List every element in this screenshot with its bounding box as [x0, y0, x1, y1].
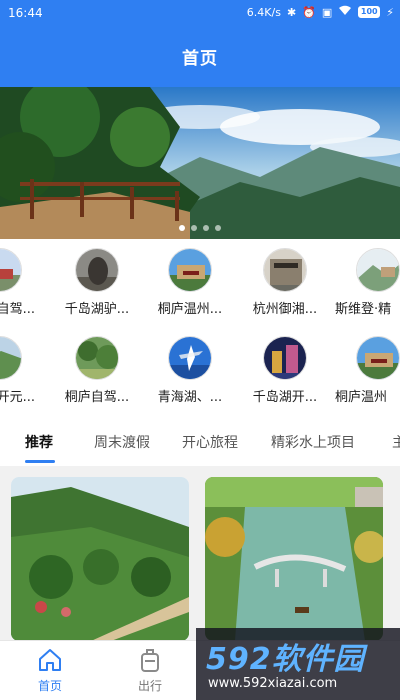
- category-label: 青海湖、...: [157, 390, 223, 405]
- nav-home-label: 首页: [37, 679, 62, 693]
- banner-dot[interactable]: [215, 225, 221, 231]
- category-row-1: 自驾... 千岛湖驴... 桐庐温州... 杭州御湘... 斯维登·精: [0, 248, 400, 334]
- battery-icon: 100: [358, 6, 381, 18]
- category-item[interactable]: 桐庐温州: [333, 336, 400, 405]
- category-label: 桐庐自驾...: [64, 390, 130, 405]
- status-time: 16:44: [8, 6, 43, 20]
- category-label: 桐庐温州: [335, 390, 388, 405]
- content-card[interactable]: [205, 477, 383, 641]
- home-icon: [37, 647, 63, 673]
- luggage-icon: [137, 647, 163, 673]
- tab-happy-trip[interactable]: 开心旅程: [182, 432, 238, 452]
- card-image: [11, 477, 189, 641]
- category-label: 千岛湖开...: [252, 390, 318, 405]
- wifi-icon: [338, 5, 352, 19]
- category-item[interactable]: 桐庐自驾...: [52, 336, 142, 405]
- status-icons: 6.4K/s ✱ ⏰ ▣ 100 ⚡: [247, 5, 394, 19]
- tab-weekend[interactable]: 周末渡假: [94, 432, 150, 452]
- banner-indicator: [0, 225, 400, 231]
- mountain-photo-icon: [356, 248, 400, 292]
- category-item[interactable]: 千岛湖驴...: [52, 248, 142, 317]
- tab-recommended[interactable]: 推荐: [25, 432, 53, 452]
- watermark-brand: 592软件园: [206, 642, 365, 677]
- category-row-2: 开元... 桐庐自驾... 青海湖、... 千岛湖开... 桐庐温州: [0, 336, 400, 422]
- category-item[interactable]: 斯维登·精: [333, 248, 400, 317]
- dancer-photo-icon: [168, 336, 212, 380]
- road-trip-photo-icon: [0, 248, 22, 292]
- category-label: 开元...: [0, 390, 35, 405]
- donkey-photo-icon: [75, 248, 119, 292]
- watermark: 592软件园 www.592xiazai.com: [196, 628, 400, 700]
- tab-water-activities[interactable]: 精彩水上项目: [271, 432, 355, 452]
- tab-bar: 推荐 周末渡假 开心旅程 精彩水上项目 主: [0, 418, 400, 466]
- nav-home[interactable]: 首页: [20, 647, 80, 694]
- card-image: [205, 477, 383, 641]
- tab-more[interactable]: 主: [392, 432, 400, 452]
- status-bar: 16:44 6.4K/s ✱ ⏰ ▣ 100 ⚡: [0, 0, 400, 28]
- alarm-icon: ⏰: [302, 5, 316, 19]
- nav-travel[interactable]: 出行: [120, 647, 180, 694]
- app-screen: 16:44 6.4K/s ✱ ⏰ ▣ 100 ⚡ 首页 自驾... 千岛湖驴..…: [0, 0, 400, 700]
- category-item[interactable]: 开元...: [0, 336, 45, 405]
- banner-carousel[interactable]: [0, 87, 400, 239]
- content-card[interactable]: [11, 477, 189, 641]
- banner-dot[interactable]: [191, 225, 197, 231]
- category-label: 杭州御湘...: [252, 302, 318, 317]
- nav-travel-label: 出行: [137, 679, 162, 693]
- charging-icon: ⚡: [386, 5, 394, 19]
- category-label: 千岛湖驴...: [64, 302, 130, 317]
- forest-photo-icon: [75, 336, 119, 380]
- content-feed: [0, 466, 400, 641]
- night-city-photo-icon: [263, 336, 307, 380]
- category-label: 斯维登·精: [335, 302, 392, 317]
- sim-icon: ▣: [321, 5, 333, 19]
- building-photo-icon: [263, 248, 307, 292]
- network-speed: 6.4K/s: [246, 5, 281, 19]
- page-title: 首页: [182, 49, 218, 69]
- watermark-url: www.592xiazai.com: [208, 676, 338, 691]
- category-item[interactable]: 自驾...: [0, 248, 45, 317]
- banner-image: [0, 87, 400, 239]
- category-item[interactable]: 青海湖、...: [145, 336, 235, 405]
- tab-indicator: [25, 460, 55, 463]
- category-item[interactable]: 桐庐温州...: [145, 248, 235, 317]
- banner-dot[interactable]: [203, 225, 209, 231]
- bluetooth-icon: ✱: [286, 5, 297, 19]
- hillside-photo-icon: [0, 336, 22, 380]
- category-item[interactable]: 杭州御湘...: [240, 248, 330, 317]
- app-header: 16:44 6.4K/s ✱ ⏰ ▣ 100 ⚡ 首页: [0, 0, 400, 87]
- category-label: 自驾...: [0, 302, 35, 317]
- category-label: 桐庐温州...: [157, 302, 223, 317]
- category-item[interactable]: 千岛湖开...: [240, 336, 330, 405]
- park-gate-photo-icon: [168, 248, 212, 292]
- banner-dot[interactable]: [179, 225, 185, 231]
- park-gate-photo-icon: [356, 336, 400, 380]
